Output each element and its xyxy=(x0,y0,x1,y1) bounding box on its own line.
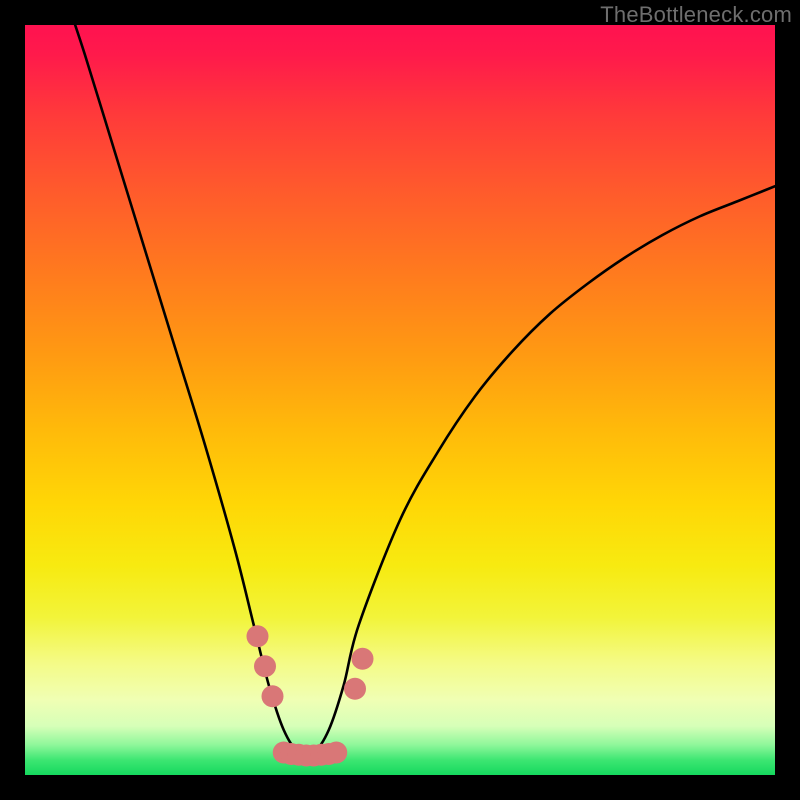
marker-dot xyxy=(254,655,276,677)
chart-frame: TheBottleneck.com xyxy=(0,0,800,800)
plot-area xyxy=(25,25,775,775)
watermark-text: TheBottleneck.com xyxy=(600,2,792,28)
marker-dot xyxy=(325,742,347,764)
marker-dot xyxy=(352,648,374,670)
marker-dot xyxy=(247,625,269,647)
marker-dot xyxy=(344,678,366,700)
marker-dot xyxy=(262,685,284,707)
gradient-background xyxy=(25,25,775,775)
chart-svg xyxy=(25,25,775,775)
